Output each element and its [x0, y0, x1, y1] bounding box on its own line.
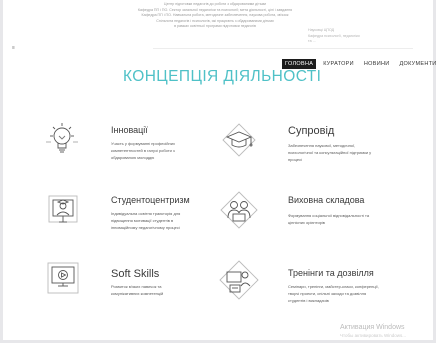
training-icon — [217, 258, 261, 302]
page: Центр підготовки педагогів до роботи з о… — [3, 0, 436, 340]
top-header-text: Центр підготовки педагогів до роботи з о… — [65, 2, 365, 30]
windows-activation-hint: Чтобы активировать Windows... — [340, 333, 406, 338]
video-screen-icon — [41, 256, 85, 300]
header-divider — [153, 48, 413, 49]
card-title-trainings: Тренінги та дозвілля — [288, 268, 374, 278]
card-title-innovations: Інновації — [111, 125, 148, 135]
lightbulb-icon — [40, 118, 84, 162]
online-learning-icon — [41, 188, 85, 232]
card-desc-soft-skills: Розвиток м'яких навичок та комунікативни… — [111, 284, 164, 296]
page-title: КОНЦЕПЦІЯ ДІЯЛЬНОСТІ — [123, 68, 322, 85]
card-desc-trainings: Семінари, тренінги, майстер-класи, конфе… — [288, 284, 379, 303]
card-desc-student-centrism: Індивідуальна освітня траєкторія для під… — [111, 211, 181, 230]
card-title-soft-skills: Soft Skills — [111, 268, 160, 280]
card-desc-support: Забезпечення наукової, методичної, психо… — [288, 143, 372, 162]
nav-item-curators[interactable]: КУРАТОРИ — [320, 59, 357, 69]
right-header-text: Науковці ЦПОД Кафедра психології, педаго… — [308, 28, 426, 45]
graduation-cap-icon — [217, 118, 261, 162]
windows-activation-watermark: Активация Windows — [340, 324, 405, 331]
card-title-student-centrism: Студентоцентризм — [111, 195, 190, 205]
people-icon — [217, 188, 261, 232]
right-line: та ... — [308, 39, 316, 44]
card-title-upbringing: Виховна складова — [288, 195, 365, 205]
menu-toggle-icon[interactable]: ≡ — [12, 45, 15, 51]
card-desc-innovations: Участь у формуванні професійних компетен… — [111, 141, 175, 160]
card-desc-upbringing: Формування соціальної відповідальності т… — [288, 213, 370, 225]
card-title-support: Супровід — [288, 125, 335, 137]
nav-item-documents[interactable]: ДОКУМЕНТИ — [397, 59, 436, 69]
nav-item-news[interactable]: НОВИНИ — [361, 59, 393, 69]
